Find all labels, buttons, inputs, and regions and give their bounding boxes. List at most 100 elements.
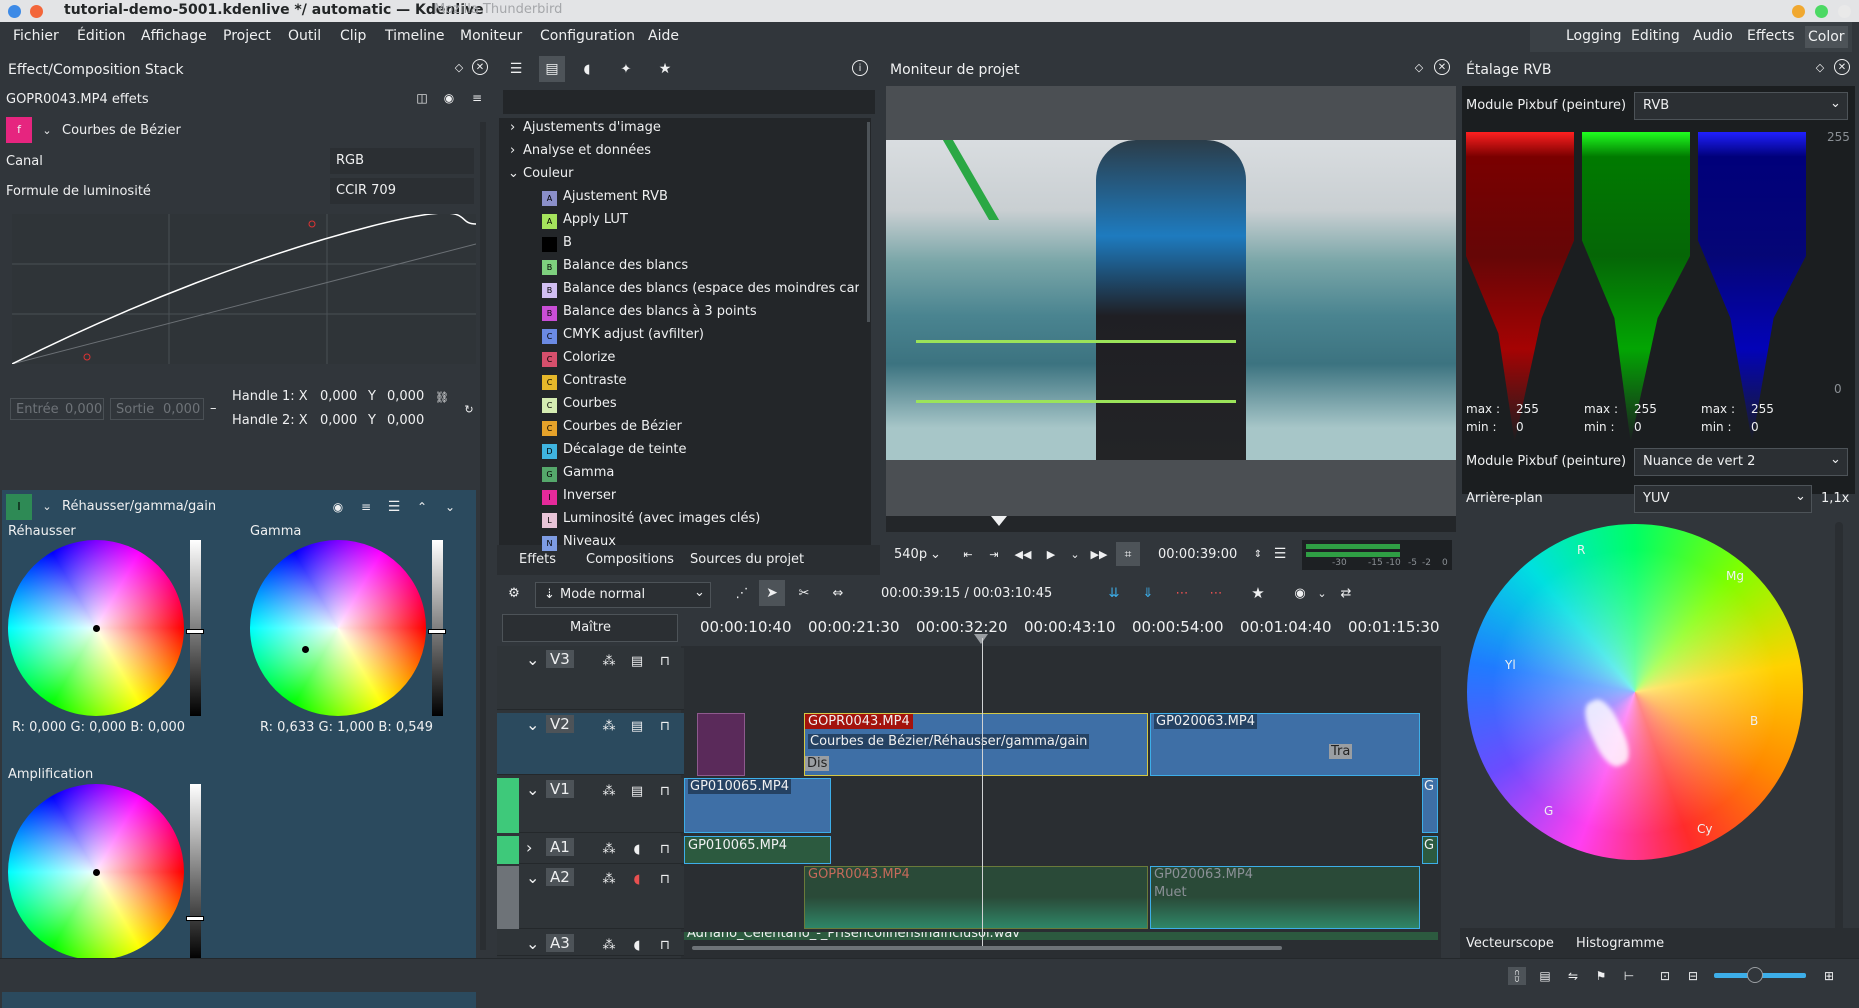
effect-item[interactable]: Balance des blancs	[563, 258, 688, 273]
timeline-settings-icon[interactable]: ⚙	[505, 584, 523, 602]
canal-select[interactable]: RGB	[330, 148, 474, 174]
lift-slider-handle[interactable]	[186, 629, 204, 634]
zoom-slider-handle[interactable]	[1747, 967, 1763, 983]
gain-point[interactable]	[93, 869, 100, 876]
timecode-spin-icon[interactable]: ⇕	[1252, 544, 1264, 564]
set-out-icon[interactable]: ⇥	[986, 546, 1002, 562]
speaker-icon[interactable]: ◖	[628, 870, 646, 888]
lock-icon[interactable]: ⊓	[656, 782, 674, 800]
tab-compositions[interactable]: Compositions	[586, 552, 674, 567]
menu-moniteur[interactable]: Moniteur	[460, 28, 522, 44]
gain-slider-handle[interactable]	[186, 916, 204, 921]
gamma-point[interactable]	[302, 646, 309, 653]
effect-stack-scrollbar[interactable]	[480, 122, 486, 950]
film-icon[interactable]: ▤	[628, 717, 646, 735]
zoom-out-icon[interactable]: ⊟	[1684, 967, 1702, 985]
fx-icon[interactable]: ⁂	[600, 782, 618, 800]
forward-icon[interactable]: ▶▶	[1091, 546, 1108, 562]
favorites-icon[interactable]: ★	[656, 60, 674, 78]
chevron-down-icon[interactable]: ⌄	[526, 868, 539, 887]
play-options-icon[interactable]: ⌄	[1067, 546, 1083, 562]
gamma-slider[interactable]	[432, 540, 443, 716]
float-icon[interactable]: ◇	[452, 60, 466, 74]
chevron-down-icon[interactable]: ⌄	[508, 166, 519, 181]
menu-clip[interactable]: Clip	[340, 28, 366, 44]
float-icon[interactable]: ◇	[1813, 60, 1827, 74]
entree-field[interactable]: Entrée 0,000	[10, 398, 104, 420]
float-icon[interactable]: ◇	[1412, 60, 1426, 74]
play-icon[interactable]: ▶	[1043, 546, 1059, 562]
workspace-audio[interactable]: Audio	[1693, 28, 1733, 44]
chevron-right-icon[interactable]: ›	[510, 143, 515, 158]
audio-thumb-icon[interactable]: ⇋	[1564, 967, 1582, 985]
lock-icon[interactable]: ⊓	[656, 717, 674, 735]
track-name[interactable]: V1	[546, 780, 574, 798]
zoom-in-icon[interactable]: ⊞	[1820, 967, 1838, 985]
custom-effects-icon[interactable]: ✦	[617, 60, 635, 78]
timeline-playhead-marker[interactable]	[974, 634, 988, 644]
lock-icon[interactable]: ⊓	[656, 652, 674, 670]
split-icon[interactable]: ⊢	[1620, 967, 1638, 985]
monitor-ruler[interactable]	[886, 516, 1456, 532]
workspace-effects[interactable]: Effects	[1747, 28, 1795, 44]
effect-item[interactable]: Balance des blancs (espace des moindres …	[563, 281, 859, 296]
effects-search-input[interactable]	[503, 90, 875, 114]
vector-mode-select[interactable]: Nuance de vert 2 ⌄	[1634, 448, 1848, 476]
timeline-playhead[interactable]	[982, 638, 983, 948]
speaker-icon[interactable]: ◖	[628, 840, 646, 858]
preview-render-icon[interactable]: ◉	[1291, 584, 1309, 602]
chevron-right-icon[interactable]: ›	[526, 838, 532, 857]
effect-item[interactable]: Inverser	[563, 488, 616, 503]
dock-close-icon[interactable]: ✕	[1434, 59, 1450, 75]
chevron-down-icon[interactable]: ⌄	[526, 715, 539, 734]
effect-item[interactable]: Colorize	[563, 350, 615, 365]
extract-icon[interactable]: ⋯	[1207, 584, 1225, 602]
category-color[interactable]: Couleur	[523, 166, 573, 181]
menu-icon[interactable]: ☰	[1272, 546, 1288, 562]
clip-gp020063-a2[interactable]: GP020063.MP4 Muet	[1150, 866, 1420, 929]
gamma-slider-handle[interactable]	[428, 629, 446, 634]
menu-timeline[interactable]: Timeline	[385, 28, 445, 44]
background-select[interactable]: YUV ⌄	[1634, 485, 1812, 513]
maximize-icon[interactable]	[1815, 5, 1828, 18]
menu-fichier[interactable]: Fichier	[13, 28, 59, 44]
move-down-icon[interactable]: ⌄	[442, 499, 458, 515]
video-effects-icon[interactable]: ▤	[539, 56, 565, 82]
zoom-fit-icon[interactable]: ⊡	[1656, 967, 1674, 985]
effect-item[interactable]: B	[563, 235, 572, 250]
track-active-toggle[interactable]	[497, 836, 519, 864]
menu-configuration[interactable]: Configuration	[540, 28, 635, 44]
handle2-y[interactable]: 0,000	[387, 413, 424, 428]
effect-item[interactable]: Courbes	[563, 396, 617, 411]
lift-point[interactable]	[93, 625, 100, 632]
snap-icon[interactable]: ⩉	[1508, 967, 1526, 985]
overwrite-icon[interactable]: ⇓	[1139, 584, 1157, 602]
effect-item[interactable]: Balance des blancs à 3 points	[563, 304, 757, 319]
minimize-icon[interactable]	[1792, 5, 1805, 18]
formule-select[interactable]: CCIR 709	[330, 178, 474, 204]
clip-gp010065-a1[interactable]: GP010065.MP4	[684, 836, 831, 864]
sortie-field[interactable]: Sortie 0,000	[110, 398, 204, 420]
track-active-toggle[interactable]	[497, 866, 519, 929]
effect-item[interactable]: Décalage de teinte	[563, 442, 687, 457]
chevron-down-icon[interactable]: ⌄	[1313, 584, 1331, 602]
menu-aide[interactable]: Aide	[648, 28, 679, 44]
chevron-down-icon[interactable]: ⌄	[40, 123, 54, 137]
lock-icon[interactable]: ⊓	[656, 870, 674, 888]
clip-right-v1[interactable]: G	[1422, 778, 1438, 833]
move-up-icon[interactable]: ⌃	[414, 499, 430, 515]
effects-scrollbar[interactable]	[867, 122, 870, 322]
handle1-x[interactable]: 0,000	[320, 389, 357, 404]
workspace-editing[interactable]: Editing	[1631, 28, 1680, 44]
menu-icon[interactable]: ☰	[386, 499, 402, 515]
track-name[interactable]: A3	[546, 934, 574, 952]
vector-zoom-slider[interactable]	[1835, 522, 1843, 962]
tab-histogramme[interactable]: Histogramme	[1576, 936, 1664, 951]
clip-gopr0043-a2[interactable]: GOPR0043.MP4	[804, 866, 1148, 929]
eye-icon[interactable]: ◉	[441, 90, 457, 106]
spacer-tool-icon[interactable]: ⋰	[733, 584, 751, 602]
fx-icon[interactable]: ⁂	[600, 936, 618, 954]
menu-affichage[interactable]: Affichage	[141, 28, 207, 44]
chevron-down-icon[interactable]: ⌄	[526, 780, 539, 799]
handle2-x[interactable]: 0,000	[320, 413, 357, 428]
